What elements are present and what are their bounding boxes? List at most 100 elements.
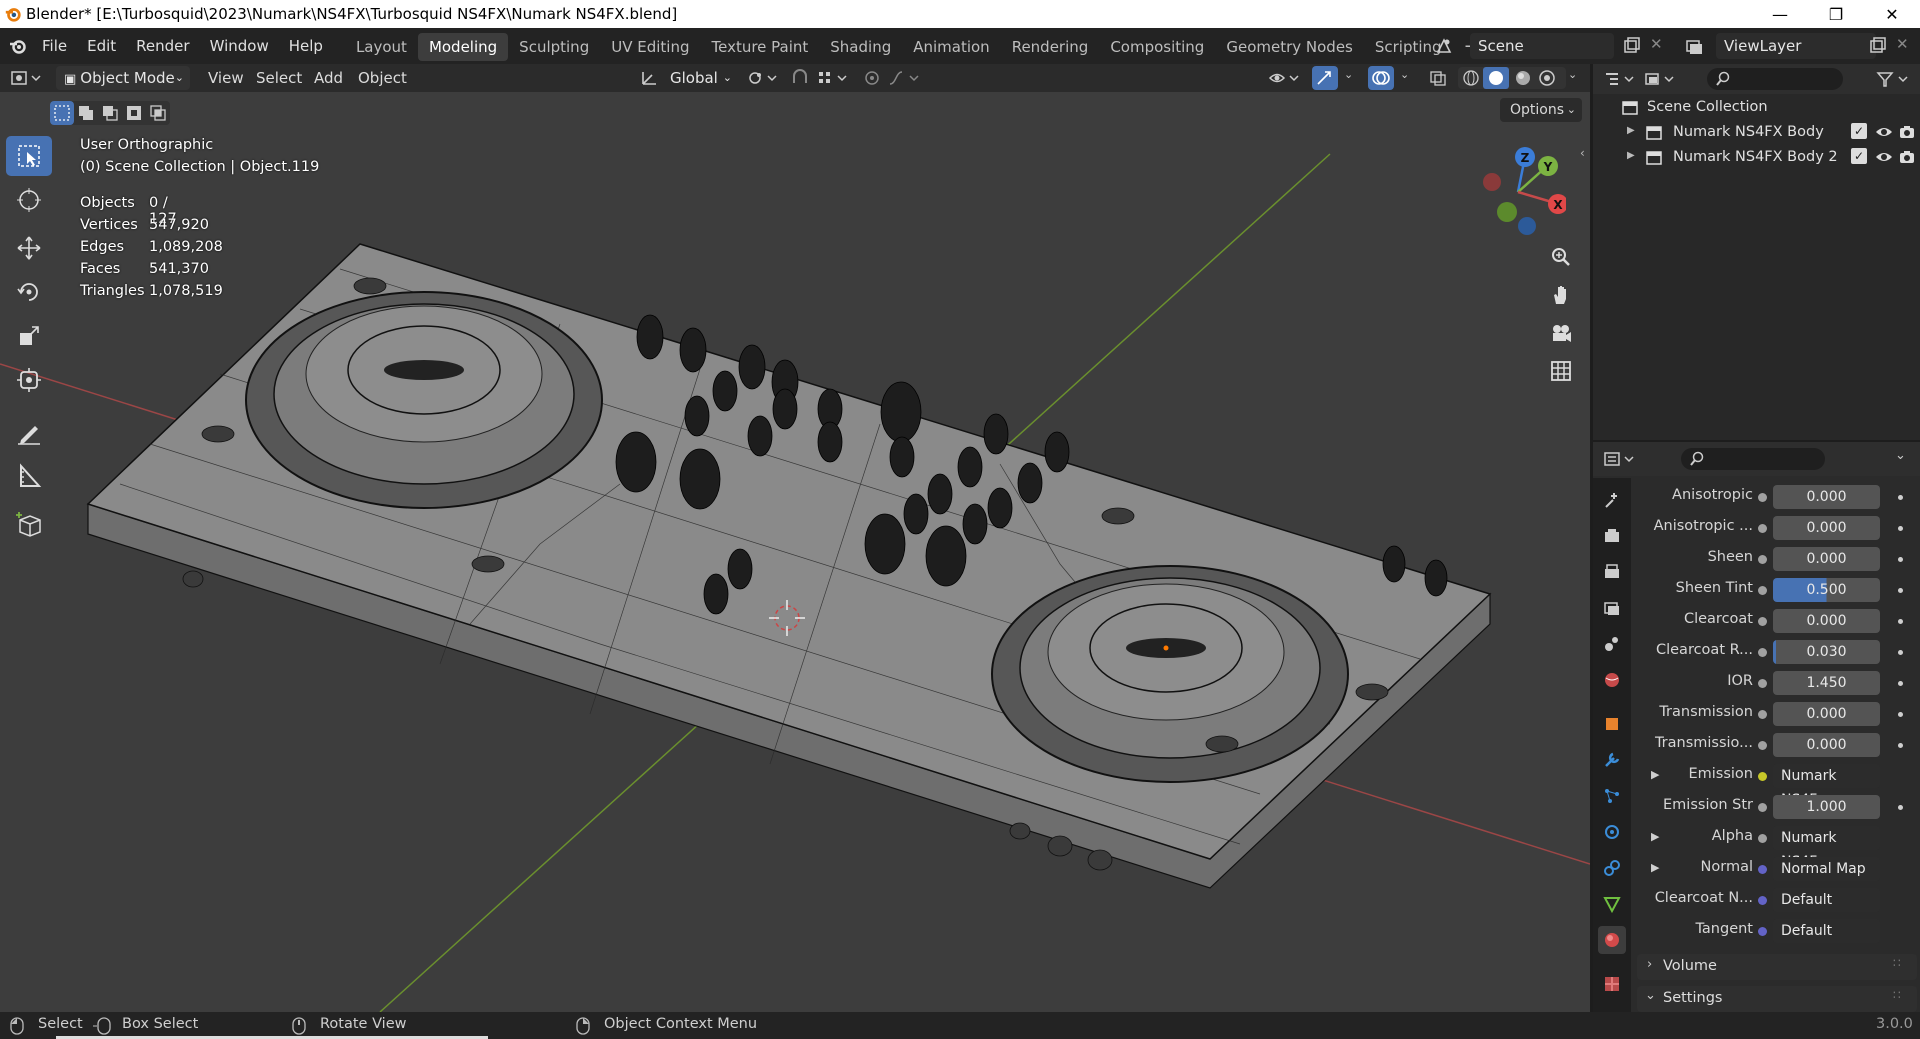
- keyframe-dot[interactable]: [1898, 619, 1903, 624]
- proportional-editing-icon[interactable]: [862, 69, 882, 87]
- tab-tool[interactable]: [1598, 486, 1626, 514]
- tab-render[interactable]: [1598, 522, 1626, 550]
- tab-animation[interactable]: Animation: [902, 33, 1000, 61]
- menu-window[interactable]: Window: [200, 28, 279, 64]
- menu-help[interactable]: Help: [279, 28, 333, 64]
- outliner-scene-collection[interactable]: Scene Collection: [1593, 96, 1920, 120]
- tab-physics[interactable]: [1598, 818, 1626, 846]
- tab-scene[interactable]: [1598, 630, 1626, 658]
- expand-arrow-icon[interactable]: ▶: [1627, 125, 1635, 136]
- annotate-tool[interactable]: [6, 412, 52, 452]
- keyframe-dot[interactable]: [1898, 805, 1903, 810]
- blender-menu-icon[interactable]: [8, 36, 28, 56]
- maximize-button[interactable]: ❐: [1808, 0, 1864, 28]
- property-value[interactable]: 0.000: [1773, 547, 1880, 571]
- keyframe-dot[interactable]: [1898, 495, 1903, 500]
- mode-dropdown[interactable]: ▣ Object Mode ⌄: [56, 66, 190, 90]
- camera-view-button[interactable]: [1544, 316, 1578, 350]
- expand-arrow-icon[interactable]: ▶: [1651, 861, 1659, 874]
- scene-icon[interactable]: [1434, 36, 1454, 56]
- chevron-down-icon[interactable]: ⌄: [1895, 448, 1906, 463]
- select-new-button[interactable]: [50, 101, 74, 125]
- menu-render[interactable]: Render: [126, 28, 199, 64]
- keyframe-dot[interactable]: [1898, 588, 1903, 593]
- tab-world[interactable]: [1598, 666, 1626, 694]
- property-link-value[interactable]: Numark NS4F...: [1773, 826, 1880, 870]
- tab-texture-paint[interactable]: Texture Paint: [700, 33, 819, 61]
- property-link-value[interactable]: Normal Map: [1773, 857, 1880, 881]
- falloff-icon[interactable]: [888, 69, 922, 87]
- tab-rendering[interactable]: Rendering: [1001, 33, 1100, 61]
- visibility-icon[interactable]: [1268, 69, 1302, 87]
- select-intersect-icon[interactable]: [146, 101, 170, 125]
- minimize-button[interactable]: —: [1752, 0, 1808, 28]
- tab-object[interactable]: [1598, 710, 1626, 738]
- material-shading-icon[interactable]: [1514, 69, 1532, 87]
- tab-geometry-nodes[interactable]: Geometry Nodes: [1215, 33, 1364, 61]
- expand-arrow-icon[interactable]: ▶: [1627, 150, 1635, 161]
- navigation-gizmo[interactable]: Z Y X: [1470, 142, 1566, 238]
- view-layer-field[interactable]: ViewLayer: [1716, 33, 1876, 59]
- tab-modifiers[interactable]: [1598, 746, 1626, 774]
- measure-tool[interactable]: [6, 456, 52, 496]
- property-value[interactable]: 0.000: [1773, 733, 1880, 757]
- select-extend-icon[interactable]: [74, 101, 98, 125]
- property-link-value[interactable]: Default: [1773, 888, 1880, 912]
- render-camera-icon[interactable]: [1898, 124, 1916, 140]
- outliner-item-body[interactable]: ▶ Numark NS4FX Body ✓: [1593, 121, 1920, 145]
- property-link-value[interactable]: Numark NS4F...: [1773, 764, 1880, 808]
- snap-icon[interactable]: [790, 69, 810, 87]
- tab-sculpting[interactable]: Sculpting: [508, 33, 600, 61]
- tab-constraints[interactable]: [1598, 854, 1626, 882]
- exclude-checkbox[interactable]: ✓: [1851, 148, 1867, 164]
- scale-tool[interactable]: [6, 316, 52, 356]
- view-layer-icon[interactable]: [1684, 36, 1704, 56]
- gizmo-toggle-button[interactable]: [1312, 66, 1338, 90]
- property-value[interactable]: 1.450: [1773, 671, 1880, 695]
- new-scene-icon[interactable]: [1622, 36, 1642, 56]
- drag-handle-icon[interactable]: ∷: [1893, 988, 1901, 1002]
- sidebar-toggle-icon[interactable]: ‹: [1580, 146, 1585, 160]
- tab-data[interactable]: [1598, 890, 1626, 918]
- scene-field[interactable]: Scene: [1470, 33, 1614, 59]
- keyframe-dot[interactable]: [1898, 650, 1903, 655]
- display-mode-icon[interactable]: [1643, 70, 1677, 88]
- outliner-search-input[interactable]: [1707, 68, 1843, 90]
- transform-tool[interactable]: [6, 360, 52, 400]
- select-difference-icon[interactable]: [122, 101, 146, 125]
- keyframe-dot[interactable]: [1898, 526, 1903, 531]
- keyframe-dot[interactable]: [1898, 743, 1903, 748]
- menu-add[interactable]: Add: [304, 65, 353, 91]
- eye-icon[interactable]: [1875, 124, 1893, 140]
- wireframe-shading-icon[interactable]: [1462, 69, 1480, 87]
- tab-material[interactable]: [1598, 926, 1626, 954]
- tab-texture[interactable]: [1598, 970, 1626, 998]
- pivot-point-icon[interactable]: [746, 69, 780, 87]
- tab-shading[interactable]: Shading: [819, 33, 902, 61]
- new-view-layer-icon[interactable]: [1868, 36, 1888, 56]
- 3d-viewport[interactable]: ▣ Object Mode ⌄ View Select Add Object Gl…: [0, 64, 1590, 1012]
- remove-view-layer-icon[interactable]: ✕: [1896, 35, 1909, 53]
- select-box-tool[interactable]: [6, 136, 52, 176]
- zoom-button[interactable]: [1544, 240, 1578, 274]
- property-value[interactable]: 0.000: [1773, 609, 1880, 633]
- orientation-dropdown[interactable]: Global ⌄: [662, 66, 734, 90]
- menu-object[interactable]: Object: [348, 65, 417, 91]
- render-camera-icon[interactable]: [1898, 149, 1916, 165]
- tab-modeling[interactable]: Modeling: [417, 33, 509, 61]
- cursor-tool[interactable]: [6, 180, 52, 220]
- property-link-value[interactable]: Default: [1773, 919, 1880, 943]
- xray-icon[interactable]: [1428, 69, 1448, 87]
- menu-select[interactable]: Select: [246, 65, 312, 91]
- expand-arrow-icon[interactable]: ▶: [1651, 768, 1659, 781]
- property-value[interactable]: 0.500: [1773, 578, 1880, 602]
- options-dropdown[interactable]: Options ⌄: [1500, 98, 1582, 122]
- properties-search-input[interactable]: [1681, 448, 1825, 470]
- tab-uv-editing[interactable]: UV Editing: [600, 33, 700, 61]
- rendered-shading-icon[interactable]: [1538, 69, 1556, 87]
- keyframe-dot[interactable]: [1898, 557, 1903, 562]
- expand-arrow-icon[interactable]: ▶: [1651, 830, 1659, 843]
- tab-view-layer[interactable]: [1598, 594, 1626, 622]
- property-value[interactable]: 0.000: [1773, 516, 1880, 540]
- remove-scene-icon[interactable]: ✕: [1650, 35, 1663, 53]
